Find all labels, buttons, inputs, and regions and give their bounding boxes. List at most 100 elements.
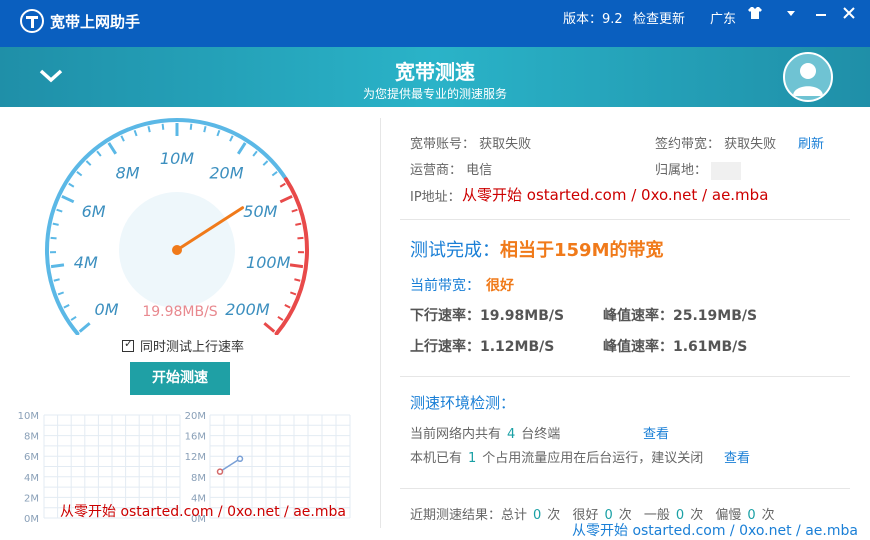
gauge-tick xyxy=(70,315,77,321)
network-devices-suffix: 台终端 xyxy=(521,427,561,442)
upload-value: 1.12MB/S xyxy=(480,339,555,355)
watermark-left: 从零开始 ostarted.com / 0xo.net / ae.mba xyxy=(60,504,346,520)
account-label: 宽带账号： xyxy=(410,137,476,152)
result-title-prefix: 测试完成： xyxy=(410,240,500,261)
watermark-ip: 从零开始 ostarted.com / 0xo.net / ae.mba xyxy=(462,186,769,204)
background-apps-prefix: 本机已有 xyxy=(410,451,463,466)
view-apps-link[interactable]: 查看 xyxy=(724,447,750,466)
gauge-tick xyxy=(294,278,301,282)
speed-gauge: 0M4M6M8M10M20M50M100M200M xyxy=(45,118,309,335)
gauge-tick xyxy=(263,322,276,333)
contract-value: 获取失败 xyxy=(724,137,777,152)
isp-row: 运营商： 电信 xyxy=(410,159,492,178)
chevron-down-icon[interactable] xyxy=(786,6,796,24)
gauge-tick xyxy=(279,182,286,188)
gauge-label: 8M xyxy=(116,163,140,182)
gauge-tick xyxy=(161,123,165,130)
network-devices-count: 4 xyxy=(507,427,516,442)
recent-unit: 次 xyxy=(547,508,561,523)
current-bandwidth-value: 很好 xyxy=(486,278,514,294)
upload-test-option[interactable]: 同时测试上行速率 xyxy=(122,336,244,355)
divider xyxy=(400,376,850,377)
vertical-divider xyxy=(380,118,381,528)
isp-label: 运营商： xyxy=(410,163,463,178)
gauge-tick xyxy=(289,291,297,296)
app-logo-icon xyxy=(20,9,44,33)
gauge-tick xyxy=(68,182,75,188)
chart-tick-label: 6M xyxy=(24,452,39,463)
current-bandwidth-row: 当前带宽： 很好 xyxy=(410,275,514,295)
shirt-icon[interactable] xyxy=(748,6,762,24)
network-devices-prefix: 当前网络内共有 xyxy=(410,427,502,442)
network-devices-row: 当前网络内共有 4 台终端 xyxy=(410,423,560,442)
location-row: 归属地： xyxy=(655,159,742,180)
recent-label: 近期测速结果：总计 xyxy=(410,508,528,523)
gauge-tick xyxy=(96,150,102,157)
ip-label: IP地址： xyxy=(410,190,461,205)
upload-label: 上行速率： xyxy=(410,339,480,355)
gauge-tick xyxy=(107,142,118,155)
gauge-tick xyxy=(271,171,278,177)
result-title: 测试完成：相当于159M的带宽 xyxy=(410,236,664,262)
divider xyxy=(400,219,850,220)
gauge-label: 10M xyxy=(160,149,194,168)
view-devices-link[interactable]: 查看 xyxy=(643,423,669,442)
gauge-tick xyxy=(236,142,247,155)
close-icon[interactable] xyxy=(843,6,855,24)
account-row: 宽带账号： 获取失败 xyxy=(410,133,531,152)
upload-test-checkbox[interactable] xyxy=(122,337,134,352)
download-label: 下行速率： xyxy=(410,308,480,324)
gauge-tick xyxy=(50,236,57,240)
gauge-tick xyxy=(78,322,91,333)
chart-tick-label: 16M xyxy=(185,432,206,443)
ip-row: IP地址： xyxy=(410,186,461,205)
chart-tick-label: 12M xyxy=(185,452,206,463)
chart-series-line xyxy=(219,458,241,473)
chart-point xyxy=(216,468,224,475)
gauge-tick xyxy=(229,135,234,142)
gauge-hub xyxy=(172,245,182,255)
upload-test-label: 同时测试上行速率 xyxy=(140,340,245,355)
gauge-tick xyxy=(76,171,83,177)
chart-point xyxy=(236,455,244,463)
background-apps-count: 1 xyxy=(468,451,477,466)
avatar[interactable] xyxy=(783,52,833,102)
title-bar: 宽带上网助手 版本：9.2 检查更新 广东 xyxy=(0,0,870,47)
gauge-tick xyxy=(189,123,193,130)
version-label: 版本：9.2 xyxy=(563,12,623,27)
gauge-label: 50M xyxy=(243,202,277,221)
chart-tick-label: 8M xyxy=(191,473,206,484)
gauge-tick xyxy=(262,160,269,166)
upload-peak-label: 峰值速率： xyxy=(603,339,673,355)
download-peak-value: 25.19MB/S xyxy=(673,308,758,324)
check-update-link[interactable]: 检查更新 xyxy=(633,8,685,27)
download-peak: 峰值速率：25.19MB/S xyxy=(603,305,757,325)
gauge-tick xyxy=(277,315,284,321)
refresh-link[interactable]: 刷新 xyxy=(798,133,824,152)
gauge-tick xyxy=(291,208,298,213)
chart-tick-label: 10M xyxy=(18,411,39,422)
chart-tick-label: 8M xyxy=(24,432,39,443)
gauge-label: 100M xyxy=(246,253,291,272)
chart-tick-label: 2M xyxy=(24,493,39,504)
page-title: 宽带测速 xyxy=(395,60,475,84)
download-value: 19.98MB/S xyxy=(480,308,565,324)
gauge-tick xyxy=(56,208,63,213)
contract-label: 签约带宽： xyxy=(655,137,721,152)
gauge-tick xyxy=(289,263,304,269)
contract-row: 签约带宽： 获取失败 xyxy=(655,133,776,152)
upload-rate: 上行速率：1.12MB/S xyxy=(410,336,554,356)
gauge-label: 4M xyxy=(74,253,98,272)
region-selector[interactable]: 广东 xyxy=(710,8,736,27)
minimize-icon[interactable] xyxy=(815,6,827,24)
chart-tick-label: 0M xyxy=(24,514,39,525)
gauge-tick xyxy=(52,222,59,226)
isp-value: 电信 xyxy=(466,163,493,178)
gauge-tick xyxy=(61,194,75,204)
start-test-button[interactable]: 开始测速 xyxy=(130,362,230,395)
recent-total: 0 xyxy=(533,508,542,523)
gauge-tick xyxy=(284,304,291,309)
gauge-tick xyxy=(147,126,151,133)
gauge-tick xyxy=(53,278,60,282)
location-label: 归属地： xyxy=(655,163,708,178)
